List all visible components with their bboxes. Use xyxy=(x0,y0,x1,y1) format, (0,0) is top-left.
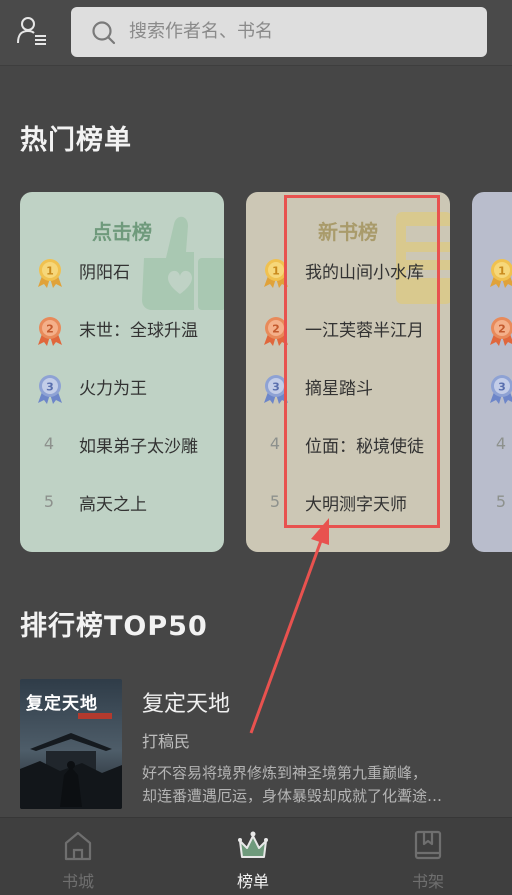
cover-title: 复定天地 xyxy=(26,694,98,714)
top50-heading: 排行榜TOP50 xyxy=(20,611,208,642)
nav-bookshelf[interactable]: 书架 xyxy=(378,818,478,895)
bottom-nav: 书城 榜单 书架 xyxy=(0,817,512,895)
nav-label: 书城 xyxy=(61,872,94,891)
bookshelf-icon xyxy=(413,830,443,862)
book-author: 打稿民 xyxy=(142,732,191,751)
book-title[interactable]: 复定天地 xyxy=(142,686,230,718)
crown-icon xyxy=(238,830,268,862)
nav-label: 榜单 xyxy=(236,872,269,891)
book-description-line: 好不容易将境界修炼到神圣境第九重巅峰， xyxy=(142,764,428,782)
nav-label: 书架 xyxy=(411,872,444,891)
book-description-line: 却连番遭遇厄运，身体暴毁却成就了化聻途… xyxy=(142,787,443,805)
home-icon xyxy=(63,830,93,862)
book-description: 好不容易将境界修炼到神圣境第九重巅峰， 却连番遭遇厄运，身体暴毁却成就了化聻途… xyxy=(142,762,492,808)
book-cover[interactable]: 复定天地 xyxy=(20,679,122,809)
nav-bookstore[interactable]: 书城 xyxy=(28,818,128,895)
nav-rankings[interactable]: 榜单 xyxy=(203,818,303,895)
